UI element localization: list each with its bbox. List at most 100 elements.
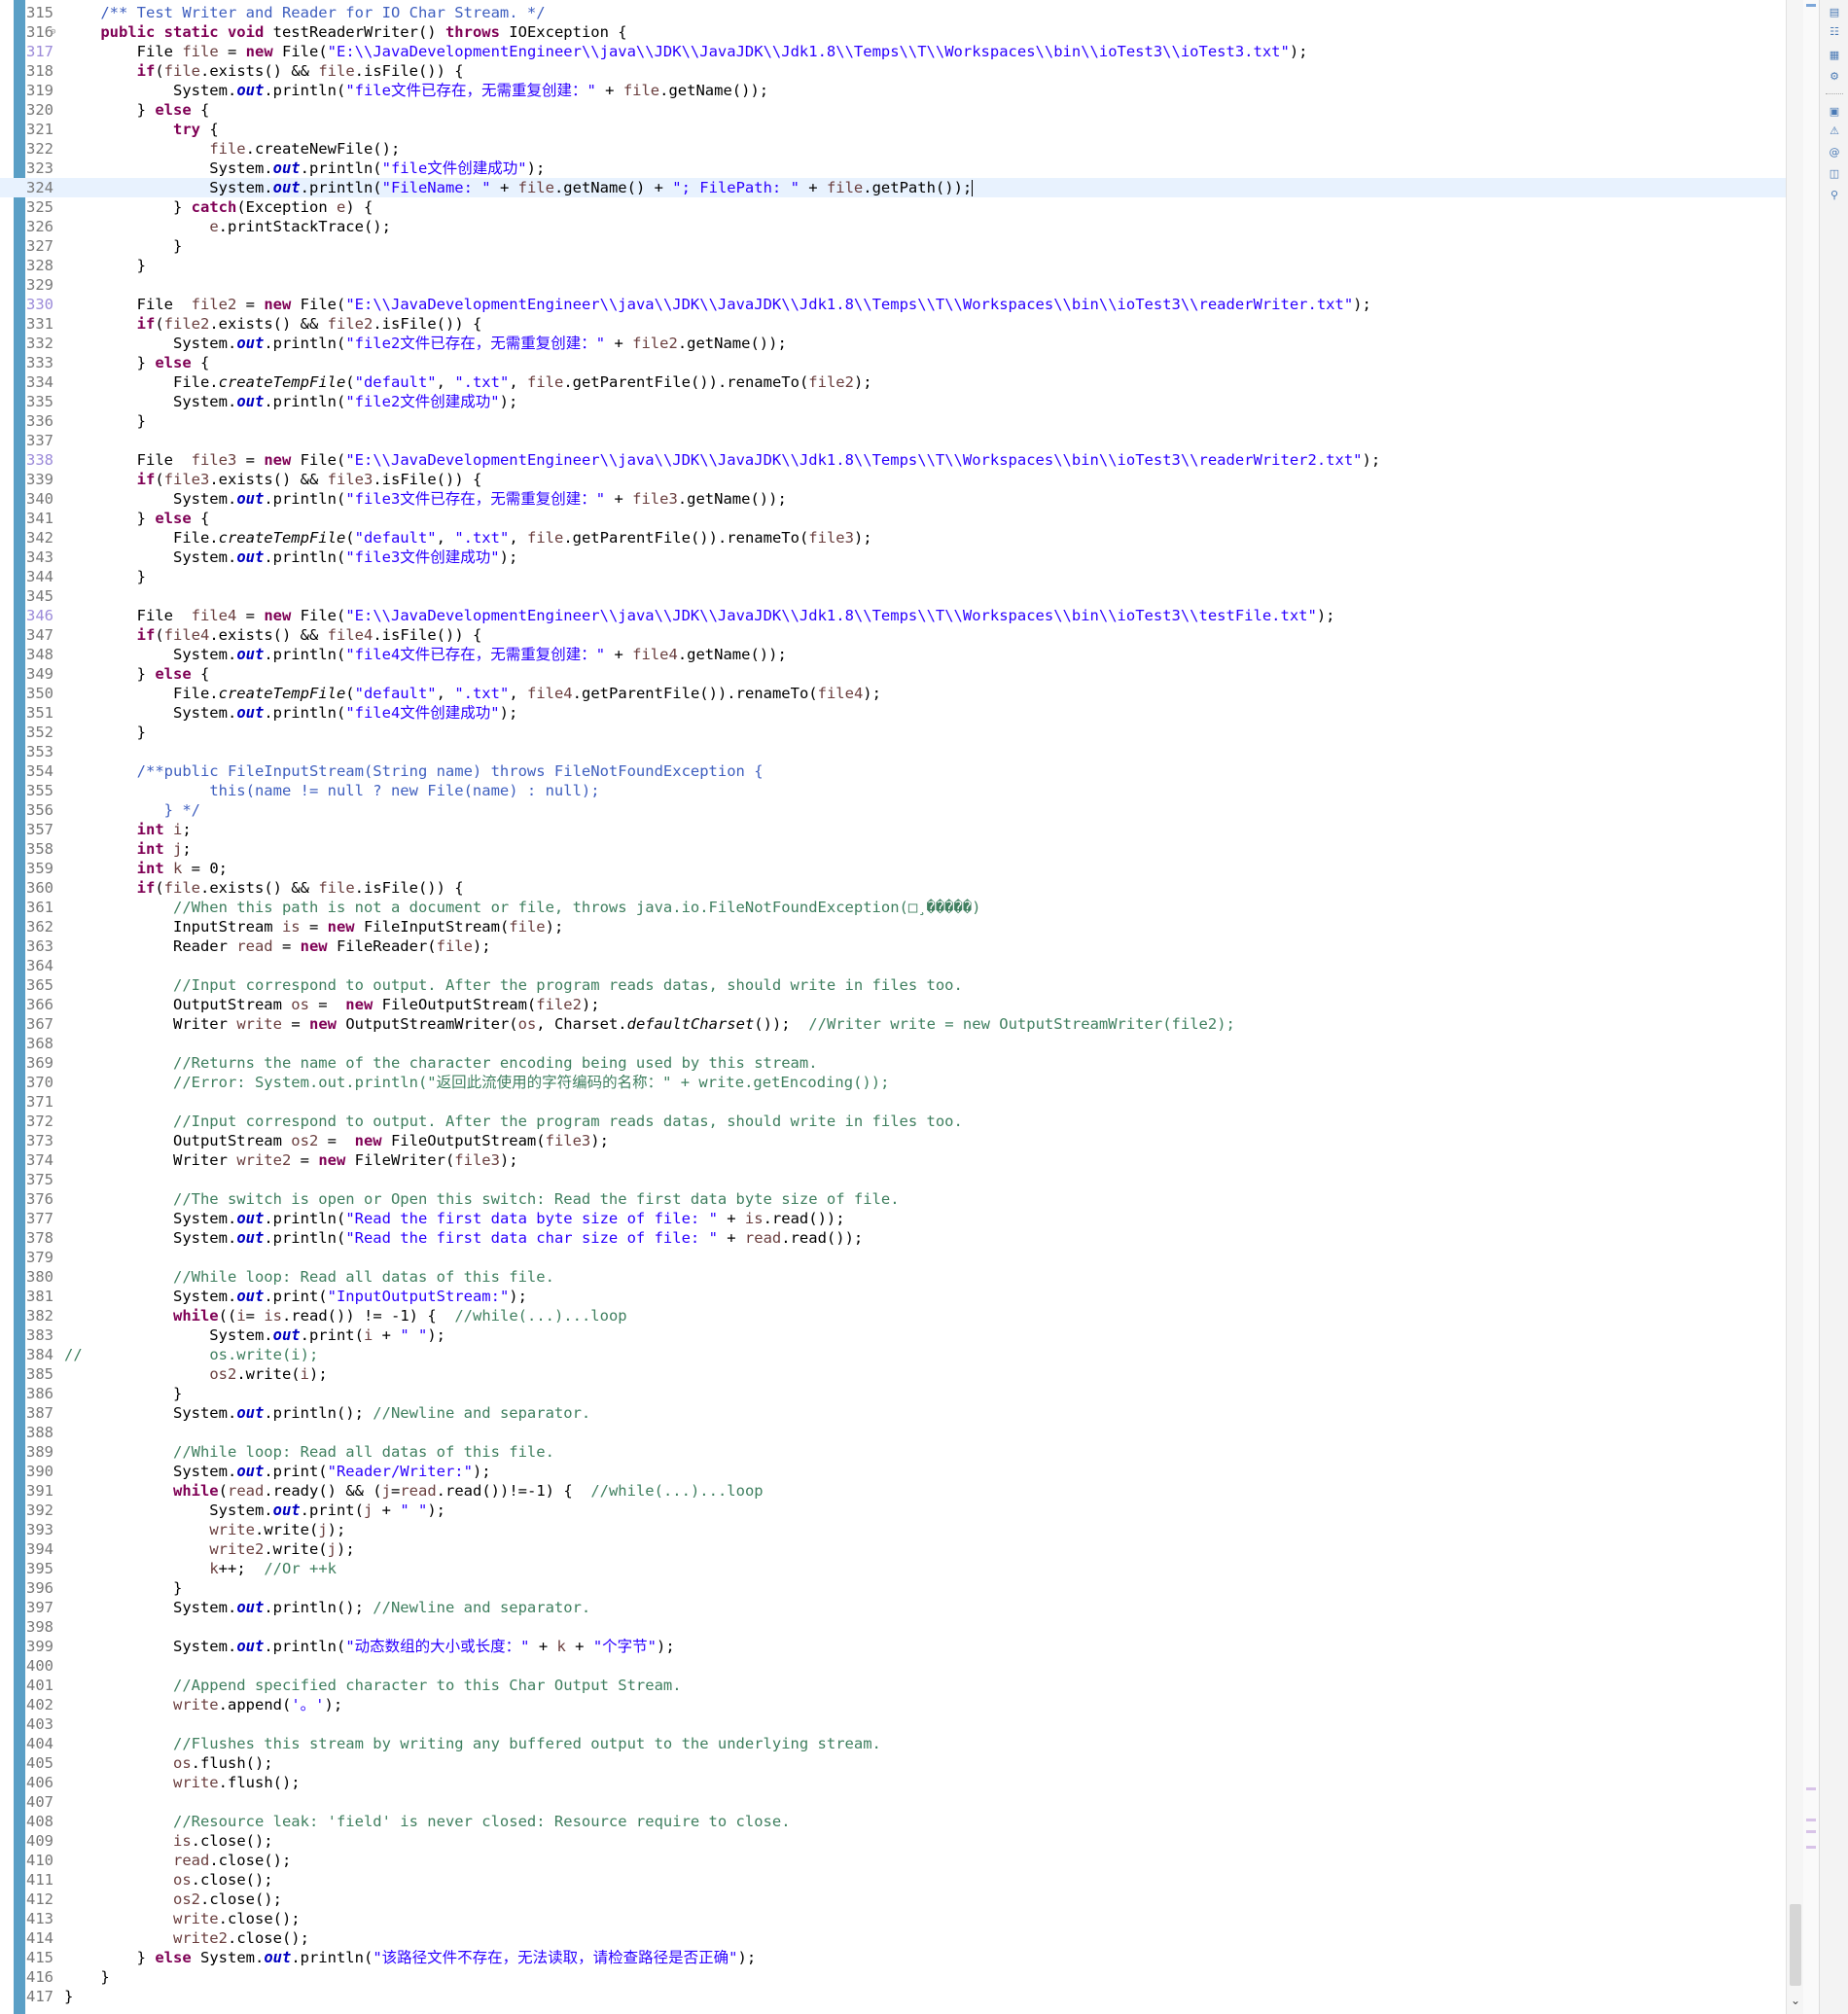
code-line[interactable]: 417} [0,1987,1786,2006]
code-line[interactable]: 328 } [0,256,1786,275]
code-line[interactable]: 385 os2.write(i); [0,1364,1786,1384]
code-lines[interactable]: 315 /** Test Writer and Reader for IO Ch… [0,3,1786,2006]
code-line[interactable]: 337 [0,431,1786,450]
code-text[interactable]: Reader read = new FileReader(file); [64,936,491,956]
code-text[interactable]: Writer write = new OutputStreamWriter(os… [64,1014,1235,1034]
code-line[interactable]: 404 //Flushes this stream by writing any… [0,1734,1786,1753]
code-line[interactable]: 347 if(file4.exists() && file4.isFile())… [0,625,1786,645]
code-line[interactable]: 383 System.out.print(i + " "); [0,1325,1786,1345]
code-line[interactable]: 318 if(file.exists() && file.isFile()) { [0,61,1786,81]
code-line[interactable]: 413 write.close(); [0,1909,1786,1928]
code-text[interactable]: os.flush(); [64,1753,273,1773]
code-text[interactable]: System.out.println("file3文件已存在，无需重复创建：" … [64,489,787,509]
code-text[interactable]: System.out.println("file文件已存在，无需重复创建：" +… [64,81,768,100]
code-line[interactable]: 365 //Input correspond to output. After … [0,975,1786,995]
code-text[interactable]: //Error: System.out.println("返回此流使用的字符编码… [64,1073,889,1092]
code-text[interactable]: //Returns the name of the character enco… [64,1053,818,1073]
code-line[interactable]: 335 System.out.println("file2文件创建成功"); [0,392,1786,411]
code-text[interactable]: e.printStackTrace(); [64,217,391,236]
code-line[interactable]: 361 //When this path is not a document o… [0,898,1786,917]
code-line[interactable]: 354 /**public FileInputStream(String nam… [0,761,1786,781]
code-line[interactable]: 391 while(read.ready() && (j=read.read()… [0,1481,1786,1501]
declaration-icon[interactable]: ◫ [1828,167,1841,181]
code-line[interactable]: 363 Reader read = new FileReader(file); [0,936,1786,956]
code-text[interactable]: System.out.println(); //Newline and sepa… [64,1403,590,1423]
code-line[interactable]: 377 System.out.println("Read the first d… [0,1209,1786,1228]
code-line[interactable]: 405 os.flush(); [0,1753,1786,1773]
code-text[interactable]: File file4 = new File("E:\\JavaDevelopme… [64,606,1335,625]
code-text[interactable]: if(file2.exists() && file2.isFile()) { [64,314,482,334]
code-line[interactable]: 339 if(file3.exists() && file3.isFile())… [0,470,1786,489]
code-text[interactable]: System.out.print("InputOutputStream:"); [64,1287,527,1306]
code-line[interactable]: 360 if(file.exists() && file.isFile()) { [0,878,1786,898]
code-line[interactable]: 340 System.out.println("file3文件已存在，无需重复创… [0,489,1786,509]
code-editor[interactable]: 315 /** Test Writer and Reader for IO Ch… [0,0,1786,2014]
code-text[interactable]: file.createNewFile(); [64,139,400,159]
console-icon[interactable]: ▣ [1828,105,1841,119]
code-line[interactable]: 370 //Error: System.out.println("返回此流使用的… [0,1073,1786,1092]
code-text[interactable]: System.out.print(i + " "); [64,1325,445,1345]
code-line[interactable]: 362 InputStream is = new FileInputStream… [0,917,1786,936]
code-line[interactable]: 366 OutputStream os = new FileOutputStre… [0,995,1786,1014]
code-text[interactable]: //Input correspond to output. After the … [64,975,963,995]
code-text[interactable]: File file3 = new File("E:\\JavaDevelopme… [64,450,1381,470]
code-text[interactable]: read.close(); [64,1851,291,1870]
code-text[interactable]: os2.write(i); [64,1364,327,1384]
fold-collapse-icon[interactable]: ⊝ [51,26,55,38]
code-text[interactable]: this(name != null ? new File(name) : nul… [64,781,599,800]
code-line[interactable]: 341 } else { [0,509,1786,528]
code-line[interactable]: 324 System.out.println("FileName: " + fi… [0,178,1786,197]
code-line[interactable]: 379 [0,1248,1786,1267]
code-text[interactable]: System.out.print("Reader/Writer:"); [64,1462,491,1481]
code-line[interactable]: 358 int j; [0,839,1786,859]
code-text[interactable]: public static void testReaderWriter() th… [64,22,626,42]
code-text[interactable]: os2.close(); [64,1890,282,1909]
code-line[interactable]: 414 write2.close(); [0,1928,1786,1948]
code-line[interactable]: 326 e.printStackTrace(); [0,217,1786,236]
code-line[interactable]: 378 System.out.println("Read the first d… [0,1228,1786,1248]
code-text[interactable]: } else { [64,664,210,684]
code-line[interactable]: 403 [0,1714,1786,1734]
code-text[interactable]: OutputStream os2 = new FileOutputStream(… [64,1131,609,1150]
code-line[interactable]: 351 System.out.println("file4文件创建成功"); [0,703,1786,723]
code-text[interactable]: System.out.println("Read the first data … [64,1228,863,1248]
code-line[interactable]: 374 Writer write2 = new FileWriter(file3… [0,1150,1786,1170]
code-text[interactable]: System.out.println("动态数组的大小或长度：" + k + "… [64,1637,675,1656]
code-text[interactable]: if(file.exists() && file.isFile()) { [64,878,464,898]
code-text[interactable]: File file = new File("E:\\JavaDevelopmen… [64,42,1308,61]
code-text[interactable]: //Resource leak: 'field' is never closed… [64,1812,791,1831]
code-line[interactable]: 407 [0,1792,1786,1812]
code-line[interactable]: 390 System.out.print("Reader/Writer:"); [0,1462,1786,1481]
code-text[interactable]: } else { [64,509,210,528]
code-text[interactable]: System.out.println("file3文件创建成功"); [64,548,517,567]
code-text[interactable]: System.out.println(); //Newline and sepa… [64,1598,590,1617]
code-line[interactable]: 349 } else { [0,664,1786,684]
code-text[interactable]: System.out.print(j + " "); [64,1501,445,1520]
code-line[interactable]: 342 File.createTempFile("default", ".txt… [0,528,1786,548]
code-line[interactable]: 373 OutputStream os2 = new FileOutputStr… [0,1131,1786,1150]
code-text[interactable]: while((i= is.read()) != -1) { //while(..… [64,1306,627,1325]
code-text[interactable]: //Input correspond to output. After the … [64,1112,963,1131]
code-text[interactable]: } [64,1987,73,2006]
code-text[interactable]: InputStream is = new FileInputStream(fil… [64,917,563,936]
code-text[interactable]: } */ [64,800,200,820]
hierarchy-icon[interactable]: ☷ [1828,25,1841,39]
code-line[interactable]: 394 write2.write(j); [0,1539,1786,1559]
code-line[interactable]: 402 write.append('。'); [0,1695,1786,1714]
code-text[interactable]: write.flush(); [64,1773,301,1792]
code-text[interactable]: OutputStream os = new FileOutputStream(f… [64,995,600,1014]
code-text[interactable]: int k = 0; [64,859,228,878]
code-line[interactable]: 398 [0,1617,1786,1637]
code-line[interactable]: 352 } [0,723,1786,742]
code-line[interactable]: 387 System.out.println(); //Newline and … [0,1403,1786,1423]
code-line[interactable]: 338 File file3 = new File("E:\\JavaDevel… [0,450,1786,470]
code-line[interactable]: 325 } catch(Exception e) { [0,197,1786,217]
overview-ruler[interactable] [1803,0,1819,2014]
code-line[interactable]: 369 //Returns the name of the character … [0,1053,1786,1073]
code-text[interactable]: } [64,256,146,275]
code-line[interactable]: 315 /** Test Writer and Reader for IO Ch… [0,3,1786,22]
code-text[interactable]: if(file4.exists() && file4.isFile()) { [64,625,482,645]
code-line[interactable]: 334 File.createTempFile("default", ".txt… [0,372,1786,392]
overview-marker[interactable] [1806,1830,1816,1833]
code-text[interactable]: Writer write2 = new FileWriter(file3); [64,1150,518,1170]
